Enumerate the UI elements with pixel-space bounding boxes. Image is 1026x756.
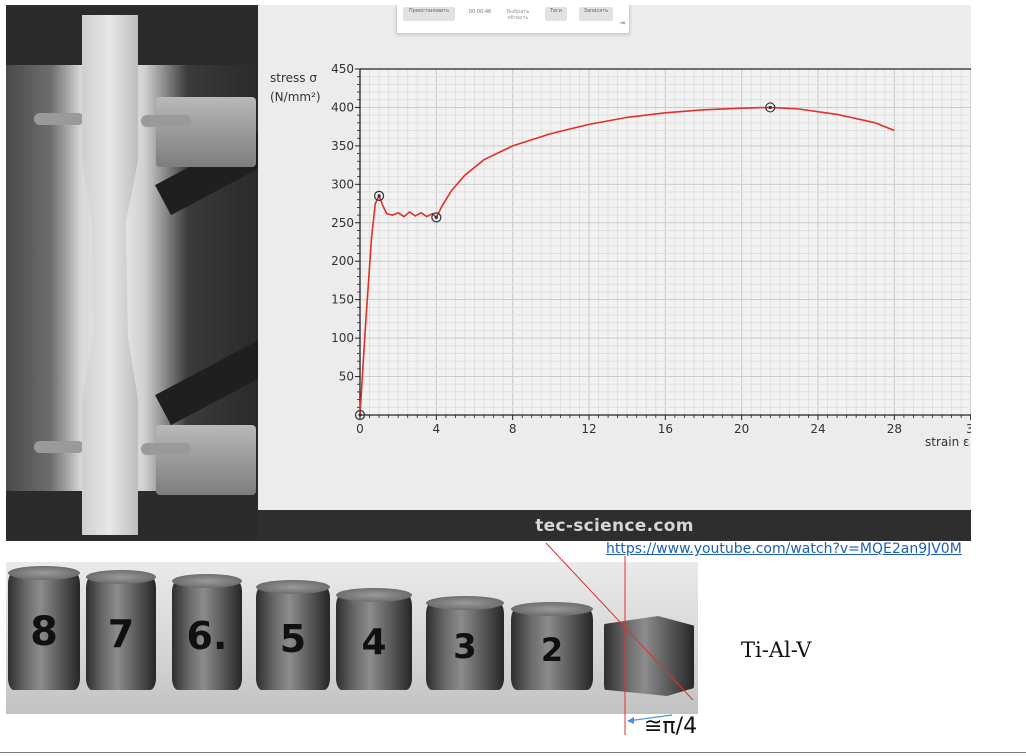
stress-strain-panel: 0 4 8 12 16 20 24 28 3 50 100 150 200 250 300 350 400 450…: [258, 5, 971, 541]
fractured-cylinder: [604, 616, 694, 696]
machine-arm-lower: [155, 338, 258, 426]
y-tick-label: 200: [331, 254, 354, 268]
stress-strain-chart: 0 4 8 12 16 20 24 28 350100150200250300350400450…: [270, 62, 971, 449]
curve-marker-dot: [377, 194, 381, 198]
cylinder-top: [426, 596, 504, 610]
lower-right-bolt: [141, 443, 191, 455]
cylinder-top: [86, 570, 156, 584]
youtube-link[interactable]: https://www.youtube.com/watch?v=MQE2an9J…: [606, 541, 962, 557]
tags-button[interactable]: Теги: [545, 7, 567, 21]
curve-marker-dot: [768, 105, 772, 110]
y-tick-label: 150: [331, 293, 354, 307]
x-tick-label: 16: [658, 422, 673, 436]
pause-button[interactable]: Приостановить: [403, 7, 455, 21]
recording-timer: 00:00:46: [468, 9, 492, 15]
cylinder-number: 6.: [186, 614, 228, 659]
alloy-label: Ti-Al-V: [741, 638, 812, 662]
cylinder-top: [8, 566, 80, 580]
y-tick-label: 100: [331, 331, 354, 345]
compressed-cylinders-photo: 8 7 6. 5 4 3 2: [6, 562, 698, 714]
cylinder-number: 5: [279, 617, 307, 662]
x-tick-label: 3: [966, 422, 971, 436]
angle-arrow-head-icon: [627, 717, 634, 724]
x-axis-label: strain ε: [925, 435, 969, 449]
lower-grip: [156, 425, 256, 495]
upper-right-bolt: [141, 115, 191, 127]
x-tick-label: 20: [734, 422, 749, 436]
cylinder-top: [256, 580, 330, 594]
x-tick-label: 12: [581, 422, 596, 436]
cylinder-7: 2: [511, 602, 593, 690]
tensile-test-photo: [6, 5, 258, 541]
record-button[interactable]: Записать: [579, 7, 613, 21]
cylinder-number: 8: [30, 609, 58, 655]
y-tick-label: 250: [331, 216, 354, 230]
cylinder-4: 5: [256, 580, 330, 690]
cylinder-number: 7: [107, 612, 135, 657]
curve-marker-dot: [358, 413, 362, 417]
x-tick-label: 8: [509, 422, 517, 436]
y-axis-label-line1: stress σ: [270, 71, 317, 85]
cylinder-top: [511, 602, 593, 616]
collapse-arrow-icon[interactable]: ⇥: [619, 19, 625, 27]
cylinder-1: 8: [8, 566, 80, 690]
cylinder-number: 2: [540, 631, 564, 670]
cylinder-5: 4: [336, 588, 412, 690]
x-tick-label: 24: [810, 422, 825, 436]
cylinder-number: 4: [361, 622, 387, 664]
y-tick-label: 50: [339, 370, 354, 384]
tensile-specimen: [82, 15, 138, 535]
upper-left-bolt: [34, 113, 84, 125]
video-footer-bar: tec-science.com: [258, 510, 971, 541]
y-tick-label: 400: [331, 100, 354, 114]
select-area-button[interactable]: Выбрать область: [503, 9, 533, 21]
cylinder-number: 3: [453, 627, 477, 668]
bottom-divider: [0, 752, 1026, 753]
cylinder-top: [336, 588, 412, 602]
recording-toolbar: Приостановить 00:00:46 Выбрать область Т…: [396, 5, 630, 34]
angle-label: ≅π/4: [644, 714, 698, 739]
watermark: tec-science.com: [535, 516, 694, 536]
y-tick-label: 300: [331, 177, 354, 191]
lower-left-bolt: [34, 441, 84, 453]
x-tick-label: 28: [887, 422, 902, 436]
y-axis-label-line2: (N/mm²): [270, 90, 321, 104]
cylinder-6: 3: [426, 596, 504, 690]
cylinder-3: 6.: [172, 574, 242, 690]
cylinder-top: [172, 574, 242, 588]
y-tick-label: 350: [331, 139, 354, 153]
x-tick-label: 4: [433, 422, 441, 436]
y-tick-label: 450: [331, 62, 354, 76]
upper-grip: [156, 97, 256, 167]
cylinder-2: 7: [86, 570, 156, 690]
x-tick-label: 0: [356, 422, 364, 436]
curve-marker-dot: [434, 215, 438, 219]
